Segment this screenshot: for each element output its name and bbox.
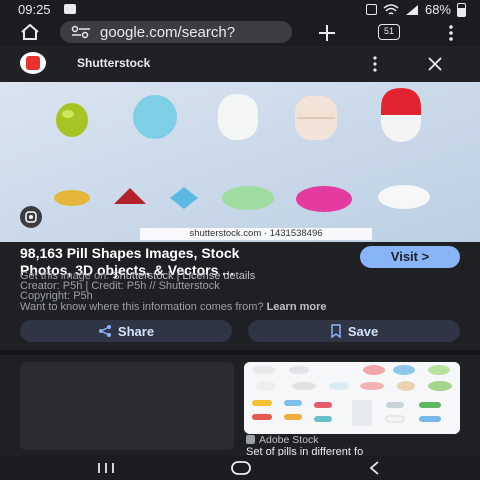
pills-photo bbox=[0, 82, 480, 242]
more-menu-icon[interactable] bbox=[448, 24, 454, 42]
pills-set-image bbox=[244, 362, 460, 434]
adobe-stock-icon bbox=[246, 435, 255, 444]
related-result-thumbnail-pills[interactable] bbox=[244, 362, 460, 434]
status-right: 68% bbox=[365, 2, 466, 17]
home-icon[interactable] bbox=[20, 23, 40, 41]
recent-apps-icon[interactable] bbox=[96, 462, 116, 474]
gallery-notification-icon bbox=[64, 4, 76, 14]
close-icon[interactable] bbox=[427, 56, 443, 72]
related-source-name: Adobe Stock bbox=[259, 434, 319, 446]
battery-icon bbox=[457, 2, 466, 17]
battery-percent: 68% bbox=[424, 2, 451, 17]
section-divider bbox=[0, 350, 480, 355]
new-tab-icon[interactable] bbox=[318, 24, 336, 42]
status-bar: 09:25 68% bbox=[0, 0, 480, 20]
browser-toolbar: google.com/search? 51 bbox=[0, 20, 480, 46]
address-bar[interactable]: google.com/search? bbox=[60, 21, 292, 43]
share-icon bbox=[98, 325, 111, 337]
want-to-know-text: Want to know where this information come… bbox=[20, 301, 267, 313]
wifi-icon bbox=[383, 3, 399, 15]
title-line-1: 98,163 Pill Shapes Images, Stock bbox=[20, 245, 240, 261]
visit-button[interactable]: Visit > bbox=[360, 246, 460, 268]
shutterstock-logo-icon bbox=[20, 52, 46, 74]
system-nav-bar bbox=[0, 456, 480, 480]
site-settings-icon[interactable] bbox=[70, 25, 92, 39]
signal-icon bbox=[405, 4, 418, 15]
save-label: Save bbox=[347, 323, 379, 339]
share-button[interactable]: Share bbox=[20, 320, 232, 342]
watermark: shutterstock.com · 1431538496 bbox=[140, 228, 372, 240]
related-result-thumbnail[interactable] bbox=[20, 362, 234, 450]
site-name: Shutterstock bbox=[77, 56, 151, 70]
info-source-line: Want to know where this information come… bbox=[20, 301, 327, 313]
related-source: Adobe Stock bbox=[246, 434, 319, 446]
result-image[interactable]: shutterstock.com · 1431538496 bbox=[0, 82, 480, 242]
lens-icon bbox=[25, 211, 37, 223]
url-text: google.com/search? bbox=[100, 24, 236, 41]
sheet-more-icon[interactable] bbox=[372, 56, 378, 72]
share-label: Share bbox=[117, 323, 155, 339]
save-button[interactable]: Save bbox=[248, 320, 460, 342]
back-icon[interactable] bbox=[368, 460, 380, 476]
home-nav-icon[interactable] bbox=[230, 460, 252, 476]
image-sheet-header: Shutterstock bbox=[0, 47, 480, 81]
bookmark-icon bbox=[331, 324, 341, 338]
learn-more-link[interactable]: Learn more bbox=[267, 301, 327, 313]
alarm-icon bbox=[365, 4, 377, 15]
tab-switcher-button[interactable]: 51 bbox=[378, 24, 400, 40]
clock: 09:25 bbox=[18, 2, 51, 17]
lens-search-button[interactable] bbox=[20, 206, 42, 228]
